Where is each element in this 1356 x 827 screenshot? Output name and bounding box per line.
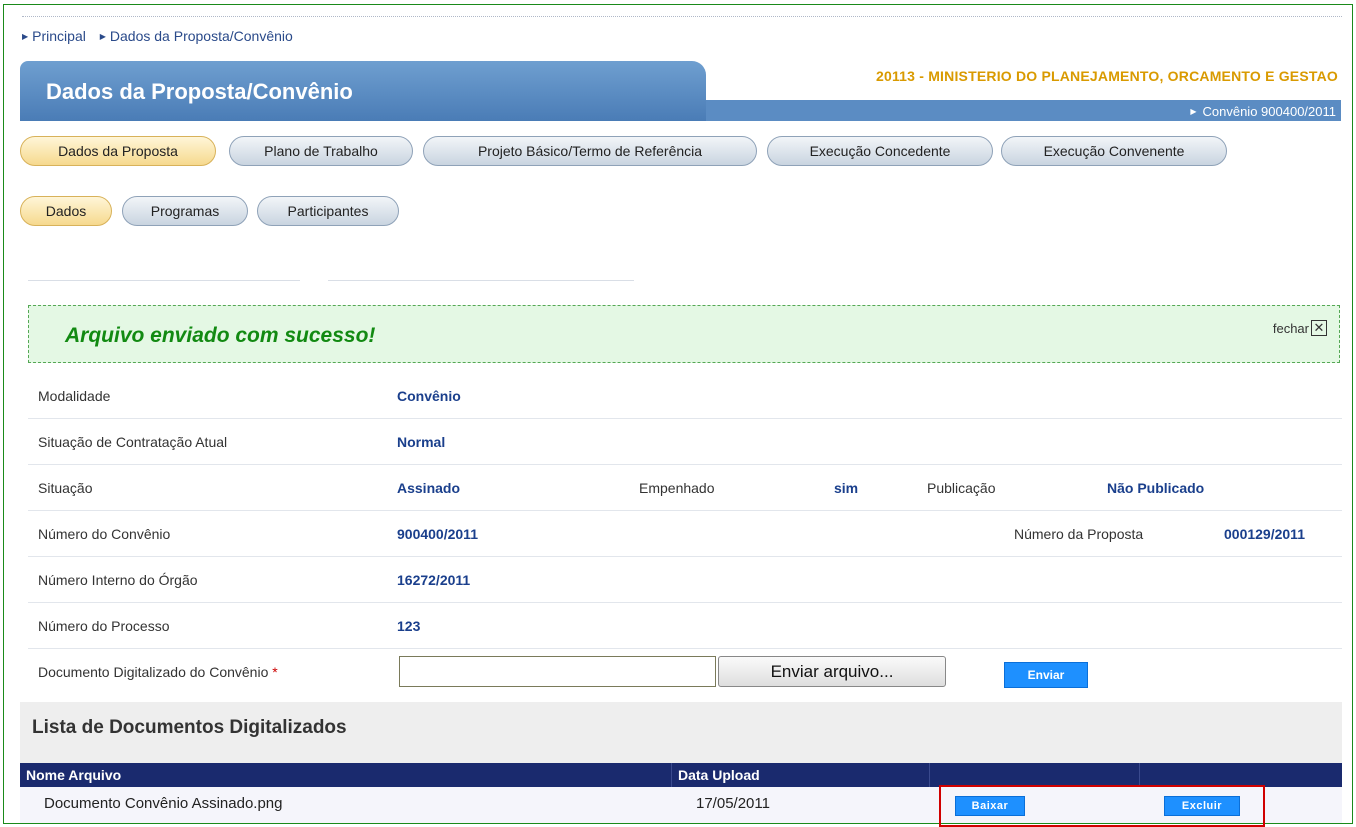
divider bbox=[28, 280, 300, 281]
divider bbox=[328, 280, 634, 281]
page-title: Dados da Proposta/Convênio bbox=[46, 79, 353, 104]
column-separator bbox=[671, 763, 672, 787]
convenio-label: Convênio 900400/2011 bbox=[1202, 104, 1337, 119]
publicacao-label: Publicação bbox=[927, 480, 996, 496]
title-tab: Dados da Proposta/Convênio bbox=[20, 61, 706, 121]
row-numero-convenio: Número do Convênio 900400/2011 Número da… bbox=[28, 511, 1342, 557]
convenio-indicator: ▶ Convênio 900400/2011 bbox=[1190, 104, 1336, 119]
numero-proposta-label: Número da Proposta bbox=[1014, 526, 1144, 542]
organization-name: 20113 - MINISTERIO DO PLANEJAMENTO, ORCA… bbox=[876, 68, 1338, 84]
subtab-dados[interactable]: Dados bbox=[20, 196, 112, 226]
row-situacao-contratacao: Situação de Contratação Atual Normal bbox=[28, 419, 1342, 465]
breadcrumb-label: Principal bbox=[32, 28, 86, 44]
numero-proposta-value: 000129/2011 bbox=[1224, 526, 1305, 542]
close-label: fechar bbox=[1272, 320, 1309, 336]
send-button[interactable]: Enviar bbox=[1004, 662, 1088, 688]
subtab-programas[interactable]: Programas bbox=[122, 196, 248, 226]
situacao-label: Situação bbox=[38, 480, 93, 496]
row-numero-processo: Número do Processo 123 bbox=[28, 603, 1342, 649]
numero-convenio-value: 900400/2011 bbox=[397, 526, 478, 542]
empenhado-value: sim bbox=[834, 480, 859, 496]
breadcrumb-item-principal[interactable]: ▶ Principal bbox=[22, 28, 86, 44]
documento-label: Documento Digitalizado do Convênio * bbox=[38, 664, 278, 680]
browse-file-button[interactable]: Enviar arquivo... bbox=[718, 656, 946, 687]
row-situacao: Situação Assinado Empenhado sim Publicaç… bbox=[28, 465, 1342, 511]
tab-plano-trabalho[interactable]: Plano de Trabalho bbox=[229, 136, 413, 166]
publicacao-value: Não Publicado bbox=[1107, 480, 1205, 496]
breadcrumb-item-dados-proposta[interactable]: ▶ Dados da Proposta/Convênio bbox=[100, 28, 293, 44]
success-alert: Arquivo enviado com sucesso! fechar ✕ bbox=[28, 305, 1340, 363]
table-header: Nome Arquivo Data Upload bbox=[20, 763, 1342, 787]
subtab-participantes[interactable]: Participantes bbox=[257, 196, 399, 226]
success-message: Arquivo enviado com sucesso! bbox=[65, 324, 376, 347]
file-path-input[interactable] bbox=[399, 656, 716, 687]
highlight-box bbox=[939, 785, 1265, 827]
row-modalidade: Modalidade Convênio bbox=[28, 373, 1342, 419]
situacao-value: Assinado bbox=[397, 480, 461, 496]
numero-convenio-label: Número do Convênio bbox=[38, 526, 171, 542]
column-separator bbox=[929, 763, 930, 787]
numero-processo-label: Número do Processo bbox=[38, 618, 170, 634]
top-divider bbox=[22, 16, 1342, 17]
required-marker: * bbox=[272, 664, 278, 680]
numero-processo-value: 123 bbox=[397, 618, 421, 634]
tab-dados-proposta[interactable]: Dados da Proposta bbox=[20, 136, 216, 166]
numero-interno-value: 16272/2011 bbox=[397, 572, 471, 588]
situacao-contratacao-label: Situação de Contratação Atual bbox=[38, 434, 228, 450]
situacao-contratacao-value: Normal bbox=[397, 434, 446, 450]
modalidade-label: Modalidade bbox=[38, 388, 111, 404]
document-date: 17/05/2011 bbox=[696, 795, 770, 812]
close-icon: ✕ bbox=[1311, 320, 1327, 336]
row-numero-interno: Número Interno do Órgão 16272/2011 bbox=[28, 557, 1342, 603]
column-separator bbox=[1139, 763, 1140, 787]
tab-projeto-basico[interactable]: Projeto Básico/Termo de Referência bbox=[423, 136, 757, 166]
documents-title: Lista de Documentos Digitalizados bbox=[32, 717, 347, 738]
triangle-icon: ▶ bbox=[1190, 107, 1197, 116]
breadcrumb: ▶ Principal ▶ Dados da Proposta/Convênio bbox=[22, 28, 303, 44]
column-header-nome: Nome Arquivo bbox=[26, 767, 122, 783]
tab-execucao-convenente[interactable]: Execução Convenente bbox=[1001, 136, 1227, 166]
documento-label-text: Documento Digitalizado do Convênio bbox=[38, 664, 269, 680]
modalidade-value: Convênio bbox=[397, 388, 461, 404]
breadcrumb-label: Dados da Proposta/Convênio bbox=[109, 28, 293, 44]
numero-interno-label: Número Interno do Órgão bbox=[38, 572, 198, 588]
document-name: Documento Convênio Assinado.png bbox=[44, 795, 283, 812]
close-alert-button[interactable]: fechar ✕ bbox=[1273, 320, 1327, 336]
empenhado-label: Empenhado bbox=[639, 480, 715, 496]
tab-execucao-concedente[interactable]: Execução Concedente bbox=[767, 136, 993, 166]
column-header-data: Data Upload bbox=[678, 767, 760, 783]
